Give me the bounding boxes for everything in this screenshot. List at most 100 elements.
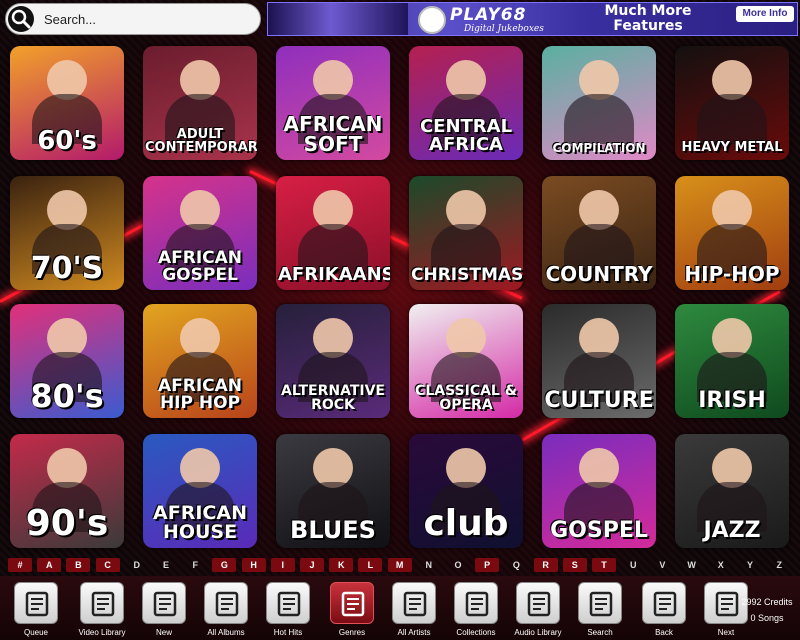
toolbar-button[interactable]: Video Library (72, 580, 132, 638)
toolbar-button[interactable]: Audio Library (508, 580, 568, 638)
collections-icon[interactable] (454, 582, 498, 624)
genre-tile[interactable]: AFRICAN HIP HOP (143, 304, 257, 418)
toolbar-button[interactable]: Collections (446, 580, 506, 638)
toolbar-button-label: Search (587, 628, 613, 637)
genre-label: AFRIKAANS (278, 264, 390, 285)
genres-icon[interactable] (330, 582, 374, 624)
top-bar: Search... PLAY68 Digital Jukeboxes Much … (0, 0, 800, 38)
genre-tile[interactable]: COMPILATION (542, 46, 656, 160)
alphabet-letter[interactable]: F (183, 558, 207, 572)
genre-tile[interactable]: club (409, 434, 523, 548)
genre-tile[interactable]: HEAVY METAL (675, 46, 789, 160)
genre-tile[interactable]: CHRISTMAS (409, 176, 523, 290)
genre-tile[interactable]: AFRICAN HOUSE (143, 434, 257, 548)
toolbar-button[interactable]: All Albums (196, 580, 256, 638)
genre-tile[interactable]: 70'S (10, 176, 124, 290)
flame-icon[interactable] (266, 582, 310, 624)
audio-library-icon[interactable] (516, 582, 560, 624)
alphabet-letter[interactable]: L (358, 558, 383, 572)
toolbar-button[interactable]: Queue (6, 580, 66, 638)
genre-label: HIP-HOP (684, 262, 780, 286)
alphabet-letter[interactable]: I (270, 558, 295, 572)
alphabet-letter[interactable]: X (709, 558, 733, 572)
alphabet-letter[interactable]: T (592, 558, 616, 572)
video-library-icon[interactable] (80, 582, 124, 624)
alphabet-letter[interactable]: S (562, 558, 587, 572)
search-icon[interactable] (578, 582, 622, 624)
genre-tile[interactable]: IRISH (675, 304, 789, 418)
queue-icon[interactable] (14, 582, 58, 624)
play68-logo-icon (418, 6, 446, 34)
new-icon[interactable] (142, 582, 186, 624)
search-placeholder[interactable]: Search... (44, 12, 96, 27)
genre-tile[interactable]: AFRICAN SOFT (276, 46, 390, 160)
genre-tile[interactable]: CULTURE (542, 304, 656, 418)
alphabet-letter[interactable]: G (212, 558, 237, 572)
toolbar-button-label: Hot Hits (273, 628, 303, 637)
genre-label: CLASSICAL & OPERA (415, 383, 517, 413)
alphabet-letter[interactable]: R (533, 558, 558, 572)
alphabet-letter[interactable]: C (95, 558, 120, 572)
genre-label: CHRISTMAS (411, 265, 523, 285)
genre-label: ADULT CONTEMPORARY (145, 127, 257, 155)
genre-label: JAZZ (703, 518, 761, 543)
artist-photo-body (564, 94, 634, 144)
more-info-button[interactable]: More Info (736, 6, 794, 22)
genre-tile[interactable]: AFRICAN GOSPEL (143, 176, 257, 290)
bottom-toolbar: Queue Video Library New All Albums Hot Hits G… (0, 576, 800, 640)
alphabet-letter[interactable]: D (125, 558, 149, 572)
genre-label: HEAVY METAL (681, 140, 783, 155)
genre-tile[interactable]: AFRIKAANS (276, 176, 390, 290)
genre-tile[interactable]: CLASSICAL & OPERA (409, 304, 523, 418)
toolbar-button[interactable]: Hot Hits (258, 580, 318, 638)
genre-tile[interactable]: COUNTRY (542, 176, 656, 290)
genre-label: COMPILATION (552, 141, 646, 155)
genre-tile[interactable]: JAZZ (675, 434, 789, 548)
toolbar-button-label: Queue (23, 628, 49, 637)
alphabet-letter[interactable]: Y (738, 558, 762, 572)
alphabet-letter[interactable]: N (417, 558, 441, 572)
alphabet-letter[interactable]: E (154, 558, 178, 572)
alphabet-letter[interactable]: M (387, 558, 412, 572)
genre-label: 80's (30, 377, 104, 415)
toolbar-button-label: Next (717, 628, 735, 637)
promo-banner[interactable]: PLAY68 Digital Jukeboxes Much More Featu… (267, 2, 798, 36)
genre-tile[interactable]: ALTERNATIVE ROCK (276, 304, 390, 418)
genre-label: AFRICAN GOSPEL (157, 248, 243, 285)
artists-icon[interactable] (392, 582, 436, 624)
genre-label: ALTERNATIVE ROCK (281, 383, 385, 413)
genre-label: AFRICAN SOFT (283, 112, 383, 156)
toolbar-button[interactable]: Search (570, 580, 630, 638)
genre-tile[interactable]: HIP-HOP (675, 176, 789, 290)
alphabet-letter[interactable]: H (241, 558, 266, 572)
genre-tile[interactable]: 90's (10, 434, 124, 548)
alphabet-letter[interactable]: V (650, 558, 674, 572)
search-icon[interactable] (8, 6, 34, 32)
alphabet-letter[interactable]: U (621, 558, 645, 572)
toolbar-button[interactable]: New (134, 580, 194, 638)
back-icon[interactable] (642, 582, 686, 624)
toolbar-button[interactable]: All Artists (384, 580, 444, 638)
alphabet-letter[interactable]: O (446, 558, 470, 572)
genre-tile[interactable]: ADULT CONTEMPORARY (143, 46, 257, 160)
toolbar-button[interactable]: Genres (322, 580, 382, 638)
search-box[interactable]: Search... (5, 3, 261, 35)
toolbar-button[interactable]: Back (634, 580, 694, 638)
alphabet-letter[interactable]: J (300, 558, 324, 572)
alphabet-letter[interactable]: Q (504, 558, 528, 572)
alphabet-letter[interactable]: P (475, 558, 500, 572)
alphabet-letter[interactable]: K (329, 558, 354, 572)
genre-label: 90's (25, 503, 109, 544)
alphabet-letter[interactable]: # (8, 558, 32, 572)
alphabet-letter[interactable]: A (37, 558, 62, 572)
genre-tile[interactable]: CENTRAL AFRICA (409, 46, 523, 160)
banner-promo-text: Much More Features (604, 3, 692, 34)
albums-icon[interactable] (204, 582, 248, 624)
genre-tile[interactable]: GOSPEL (542, 434, 656, 548)
genre-tile[interactable]: 80's (10, 304, 124, 418)
alphabet-letter[interactable]: W (680, 558, 704, 572)
genre-tile[interactable]: BLUES (276, 434, 390, 548)
alphabet-letter[interactable]: B (66, 558, 91, 572)
genre-tile[interactable]: 60's (10, 46, 124, 160)
alphabet-letter[interactable]: Z (767, 558, 791, 572)
